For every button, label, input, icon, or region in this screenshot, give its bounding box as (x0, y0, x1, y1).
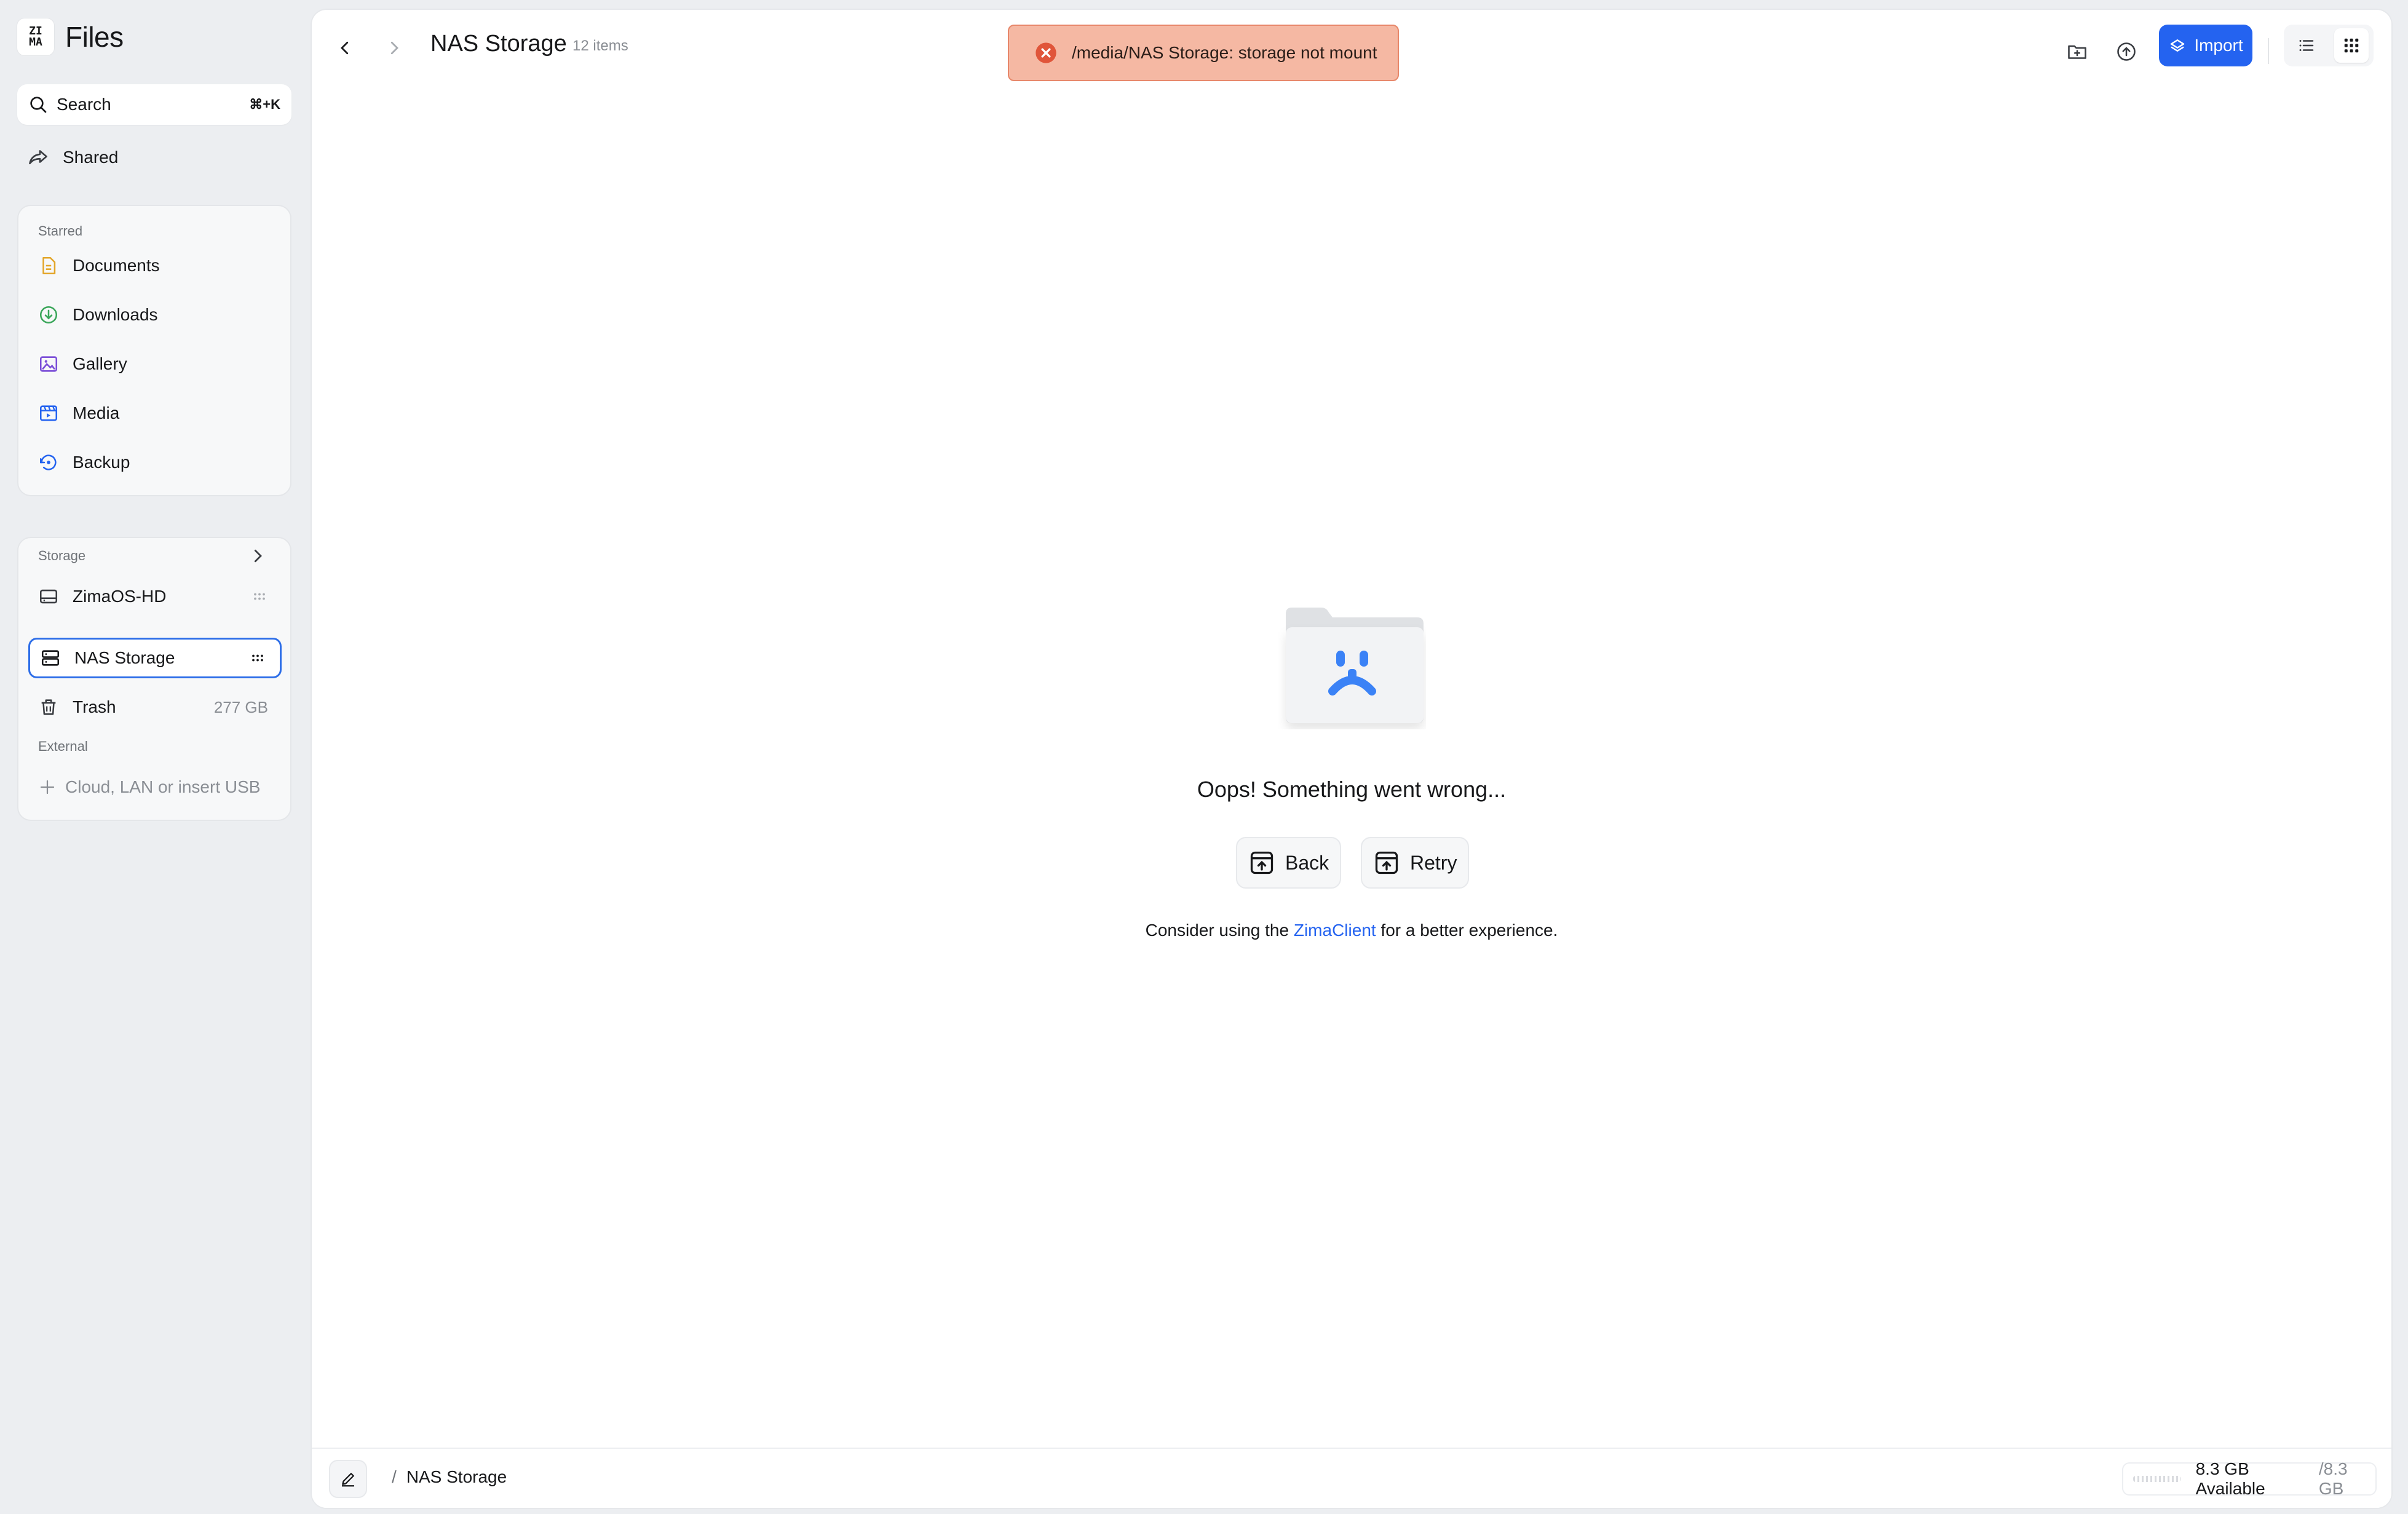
drive-icon (39, 589, 58, 604)
starred-section: Starred Documents Downloads Gallery Medi… (17, 205, 291, 496)
document-icon (42, 256, 56, 275)
sidebar-item-label: NAS Storage (74, 648, 175, 667)
breadcrumb: / NAS Storage (392, 1467, 507, 1487)
share-icon (29, 150, 47, 165)
sidebar-item-label: Downloads (73, 305, 158, 324)
sidebar-item-media[interactable]: Media (28, 393, 282, 434)
storage-availability: 8.3 GB Available/8.3 GB (2122, 1459, 2377, 1498)
plus-icon (40, 780, 55, 795)
breadcrumb-separator: / (392, 1467, 397, 1486)
breadcrumb-item[interactable]: NAS Storage (406, 1467, 507, 1486)
sidebar-item-label: Documents (73, 256, 160, 275)
error-state: Oops! Something went wrong... Back Retry… (312, 10, 2391, 1508)
hint-suffix: for a better experience. (1380, 921, 1558, 940)
sidebar-item-nas-storage[interactable]: NAS Storage (28, 638, 282, 678)
back-button[interactable]: Back (1236, 837, 1342, 889)
search-box[interactable]: Search ⌘+K (17, 84, 291, 125)
main-panel: NAS Storage 12 items Import /media/NAS S… (312, 10, 2391, 1508)
download-icon (39, 306, 58, 324)
sidebar-item-zimaos-hd[interactable]: ZimaOS-HD (28, 576, 282, 617)
error-message: Oops! Something went wrong... (1197, 777, 1507, 802)
add-external-label: Cloud, LAN or insert USB (65, 777, 261, 796)
retry-label: Retry (1410, 851, 1457, 874)
sidebar-item-shared[interactable]: Shared (27, 146, 118, 168)
status-bar: / NAS Storage 8.3 GB Available/8.3 GB (312, 1448, 2391, 1508)
available-text: 8.3 GB Available (2195, 1459, 2265, 1498)
pencil-icon (342, 1473, 354, 1487)
sidebar-item-label: Media (73, 403, 120, 422)
external-title: External (38, 739, 88, 754)
total-text: /8.3 GB (2318, 1459, 2348, 1498)
sidebar-item-backup[interactable]: Backup (28, 442, 282, 483)
zimaclient-link[interactable]: ZimaClient (1294, 921, 1376, 940)
storage-section: Storage ZimaOS-HD NAS Storage Trash 277 … (17, 537, 291, 821)
backup-icon (39, 454, 57, 470)
drag-handle-icon[interactable] (249, 649, 266, 667)
search-icon (30, 97, 47, 113)
upload-box-icon (1250, 851, 1273, 874)
trash-size: 277 GB (213, 697, 268, 716)
trash-icon (41, 699, 56, 715)
logo-text-bottom: MA (29, 36, 42, 49)
gallery-icon (39, 356, 58, 372)
add-external-button[interactable]: Cloud, LAN or insert USB (28, 767, 282, 807)
nas-icon (41, 650, 60, 666)
usage-bar (2133, 1476, 2181, 1482)
sidebar: ZI MA Files Search ⌘+K Shared Starred Do… (0, 0, 311, 1514)
search-shortcut: ⌘+K (249, 97, 280, 112)
app-logo: ZI MA (17, 18, 54, 55)
upload-box-icon (1375, 851, 1398, 874)
sidebar-item-downloads[interactable]: Downloads (28, 295, 282, 335)
app-title: Files (65, 21, 124, 53)
sidebar-item-label: Gallery (73, 354, 127, 373)
sad-folder-icon (1286, 608, 1424, 723)
back-label: Back (1285, 851, 1329, 874)
section-title: Storage (38, 548, 86, 563)
brand: ZI MA Files (17, 18, 124, 55)
retry-button[interactable]: Retry (1361, 837, 1470, 889)
search-label: Search (57, 95, 111, 114)
media-icon (39, 405, 58, 421)
sidebar-item-label: Shared (63, 148, 119, 167)
edit-path-button[interactable] (329, 1460, 367, 1498)
client-hint: Consider using the ZimaClient for a bett… (312, 921, 2391, 940)
sidebar-item-label: Backup (73, 453, 130, 472)
sidebar-item-label: ZimaOS-HD (73, 587, 167, 606)
sidebar-item-label: Trash (73, 697, 116, 716)
chevron-right-icon[interactable] (248, 547, 267, 565)
hint-prefix: Consider using the (1145, 921, 1289, 940)
sidebar-item-trash[interactable]: Trash 277 GB (28, 687, 282, 727)
sidebar-item-gallery[interactable]: Gallery (28, 344, 282, 384)
sidebar-item-documents[interactable]: Documents (28, 245, 282, 286)
drag-handle-icon[interactable] (251, 588, 268, 605)
section-title: Starred (38, 223, 83, 239)
